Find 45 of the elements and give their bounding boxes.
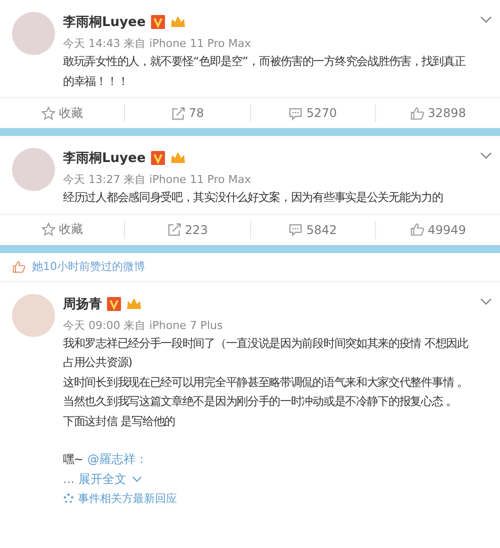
crown-icon <box>126 296 142 310</box>
post-text: 敢玩弄女性的人，就不要怪“色即是空”，而被伤害的一方终究会战胜伤害，找到真正的幸福！！！ <box>63 53 466 90</box>
action-button[interactable]: 49949 <box>374 220 500 238</box>
chevron-down-icon[interactable] <box>480 152 492 160</box>
greeting-text: 嘿~ <box>63 451 84 468</box>
chevron-down-icon[interactable] <box>480 298 492 306</box>
expand-link[interactable]: 展开全文 <box>78 470 142 488</box>
post-time: 今天 13:27 来自 iPhone 11 Pro Max <box>63 172 252 188</box>
action-button[interactable]: 收藏 <box>0 220 124 238</box>
post-paragraph: 我和罗志祥已经分手一段时间了（一直没说是因为前段时间突如其来的疫情 不想因此占用公共资源) <box>63 334 470 371</box>
star-icon <box>41 106 56 120</box>
star-icon <box>41 222 56 237</box>
action-button[interactable]: 5270 <box>250 104 375 122</box>
verified-badge-icon <box>107 296 121 310</box>
post-text: 经历过人都会感同身受吧，其实没什么好文案，因为有些事实是公关无能为力的 <box>63 189 444 206</box>
action-button[interactable]: 32898 <box>374 104 500 122</box>
thumbs-up-icon <box>410 222 425 237</box>
crown-icon <box>170 151 186 165</box>
post-time: 今天 14:43 来自 iPhone 11 Pro Max <box>63 36 252 52</box>
crown-icon <box>170 15 186 29</box>
verified-badge-icon <box>150 151 165 165</box>
share-icon <box>170 106 186 120</box>
thumbs-up-icon <box>12 260 26 274</box>
action-button[interactable]: 收藏 <box>0 104 124 122</box>
post-paragraph: 这时间长到我现在已经可以用完全平静甚至略带调侃的语气来和大家交代整件事情 。当然也久到我写这篇文章绝不是因为刚分手的一时冲动或是不冷静下的报复心态 。 <box>63 374 469 410</box>
share-icon <box>166 222 182 237</box>
comment-icon <box>288 222 304 237</box>
ellipsis-text: ... <box>63 472 74 486</box>
post-time: 今天 09:00 来自 iPhone 7 Plus <box>63 318 224 334</box>
action-button[interactable]: 78 <box>124 104 250 122</box>
chevron-down-icon <box>132 476 142 483</box>
post-paragraph: 下面这封信 是写给他的 <box>63 412 176 430</box>
liked-notice-text[interactable]: 她10小时前赞过的微博 <box>32 259 145 274</box>
event-link[interactable]: 事件相关方最新回应 <box>78 491 177 506</box>
thumbs-up-icon <box>410 106 425 120</box>
action-button[interactable]: 223 <box>124 220 250 238</box>
author-name[interactable]: 李雨桐Luyee <box>63 13 146 31</box>
verified-badge-icon <box>150 15 165 29</box>
chevron-down-icon[interactable] <box>480 16 492 24</box>
author-name[interactable]: 李雨桐Luyee <box>63 149 146 167</box>
loading-icon <box>63 493 74 504</box>
comment-icon <box>288 106 304 120</box>
mention-link[interactable]: @羅志祥： <box>87 451 148 468</box>
action-button[interactable]: 5842 <box>250 220 375 238</box>
author-name[interactable]: 周扬青 <box>63 294 102 312</box>
